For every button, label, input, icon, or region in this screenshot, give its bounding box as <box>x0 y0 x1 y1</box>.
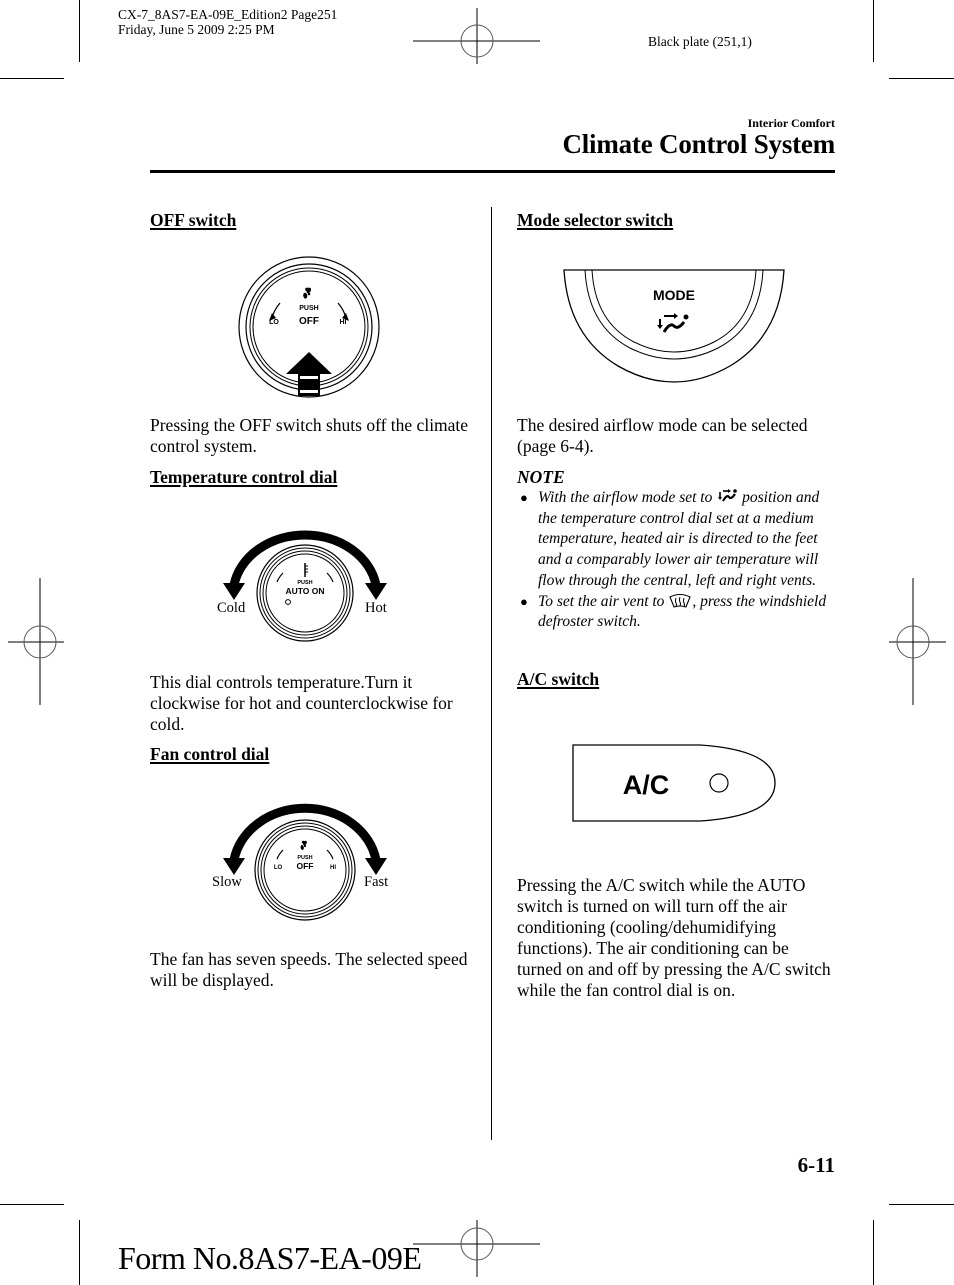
cold-label: Cold <box>217 600 246 616</box>
indicator-light <box>285 599 291 605</box>
page-number: 6-11 <box>797 1153 835 1177</box>
off-switch-heading: OFF switch <box>150 210 237 230</box>
ac-label: A/C <box>623 770 670 800</box>
clockwise-arrow-icon <box>365 583 387 600</box>
hi-label: HI <box>340 319 347 326</box>
form-number: Form No.8AS7-EA-09E <box>118 1240 422 1276</box>
note-title: NOTE <box>517 467 565 487</box>
rotation-arc <box>229 803 381 861</box>
off-label: OFF <box>297 861 314 871</box>
registration-mark-left <box>8 578 64 705</box>
temperature-dial-heading: Temperature control dial <box>150 467 338 487</box>
temperature-dial-description: This dial controls temperature.Turn it c… <box>150 672 453 734</box>
thermometer-icon <box>304 563 308 577</box>
title-rule <box>150 170 835 173</box>
registration-marks <box>8 8 946 1277</box>
mode-switch-figure: MODE <box>563 269 785 383</box>
clockwise-arrow-icon <box>365 858 387 875</box>
lo-label: LO <box>274 865 283 871</box>
page-title: Climate Control System <box>562 129 835 159</box>
lo-label: LO <box>269 319 279 326</box>
bullet: ● <box>520 593 528 609</box>
note-list: ● With the airflow mode set to position … <box>517 488 837 633</box>
rotation-arc <box>229 530 381 586</box>
windshield-defroster-icon <box>669 593 692 608</box>
registration-mark-right <box>889 578 946 705</box>
temperature-dial-figure: PUSH AUTO ON <box>223 530 387 642</box>
mode-label: MODE <box>653 287 695 303</box>
off-switch-figure: PUSH OFF LO HI <box>238 256 380 398</box>
push-label: PUSH <box>299 305 318 312</box>
push-arrow-icon <box>286 352 332 396</box>
mode-switch-heading: Mode selector switch <box>517 210 674 230</box>
off-label: OFF <box>299 316 319 327</box>
note-text: With the airflow mode set to <box>538 489 713 506</box>
ac-switch-figure: A/C <box>572 744 776 822</box>
fast-label: Fast <box>364 874 389 890</box>
fan-dial-figure: PUSH OFF LO HI <box>223 803 387 921</box>
note-item: ● To set the air vent to , press the win… <box>517 592 837 633</box>
auto-on-label: AUTO ON <box>285 586 324 596</box>
ac-switch-heading: A/C switch <box>517 669 600 689</box>
indicator-light <box>709 773 729 793</box>
column-divider <box>491 207 492 1140</box>
registration-mark-top <box>413 8 540 64</box>
counterclockwise-arrow-icon <box>223 858 245 875</box>
slow-label: Slow <box>212 874 242 890</box>
note-item: ● With the airflow mode set to position … <box>517 488 837 592</box>
hot-label: Hot <box>365 600 387 616</box>
mode-switch-description: The desired airflow mode can be selected… <box>517 415 808 456</box>
off-switch-description: Pressing the OFF switch shuts off the cl… <box>150 415 469 456</box>
registration-mark-bottom <box>413 1220 540 1277</box>
note-text: To set the air vent to <box>538 592 665 610</box>
hi-label: HI <box>330 865 336 871</box>
bullet: ● <box>520 490 528 505</box>
counterclockwise-arrow-icon <box>223 583 245 600</box>
airflow-mode-icon <box>718 489 738 502</box>
fan-dial-heading: Fan control dial <box>150 744 270 764</box>
fan-dial-description: The fan has seven speeds. The selected s… <box>150 949 468 990</box>
fan-icon <box>300 840 307 850</box>
ac-switch-description: Pressing the A/C switch while the AUTO s… <box>517 875 831 1000</box>
fan-icon <box>303 287 312 299</box>
